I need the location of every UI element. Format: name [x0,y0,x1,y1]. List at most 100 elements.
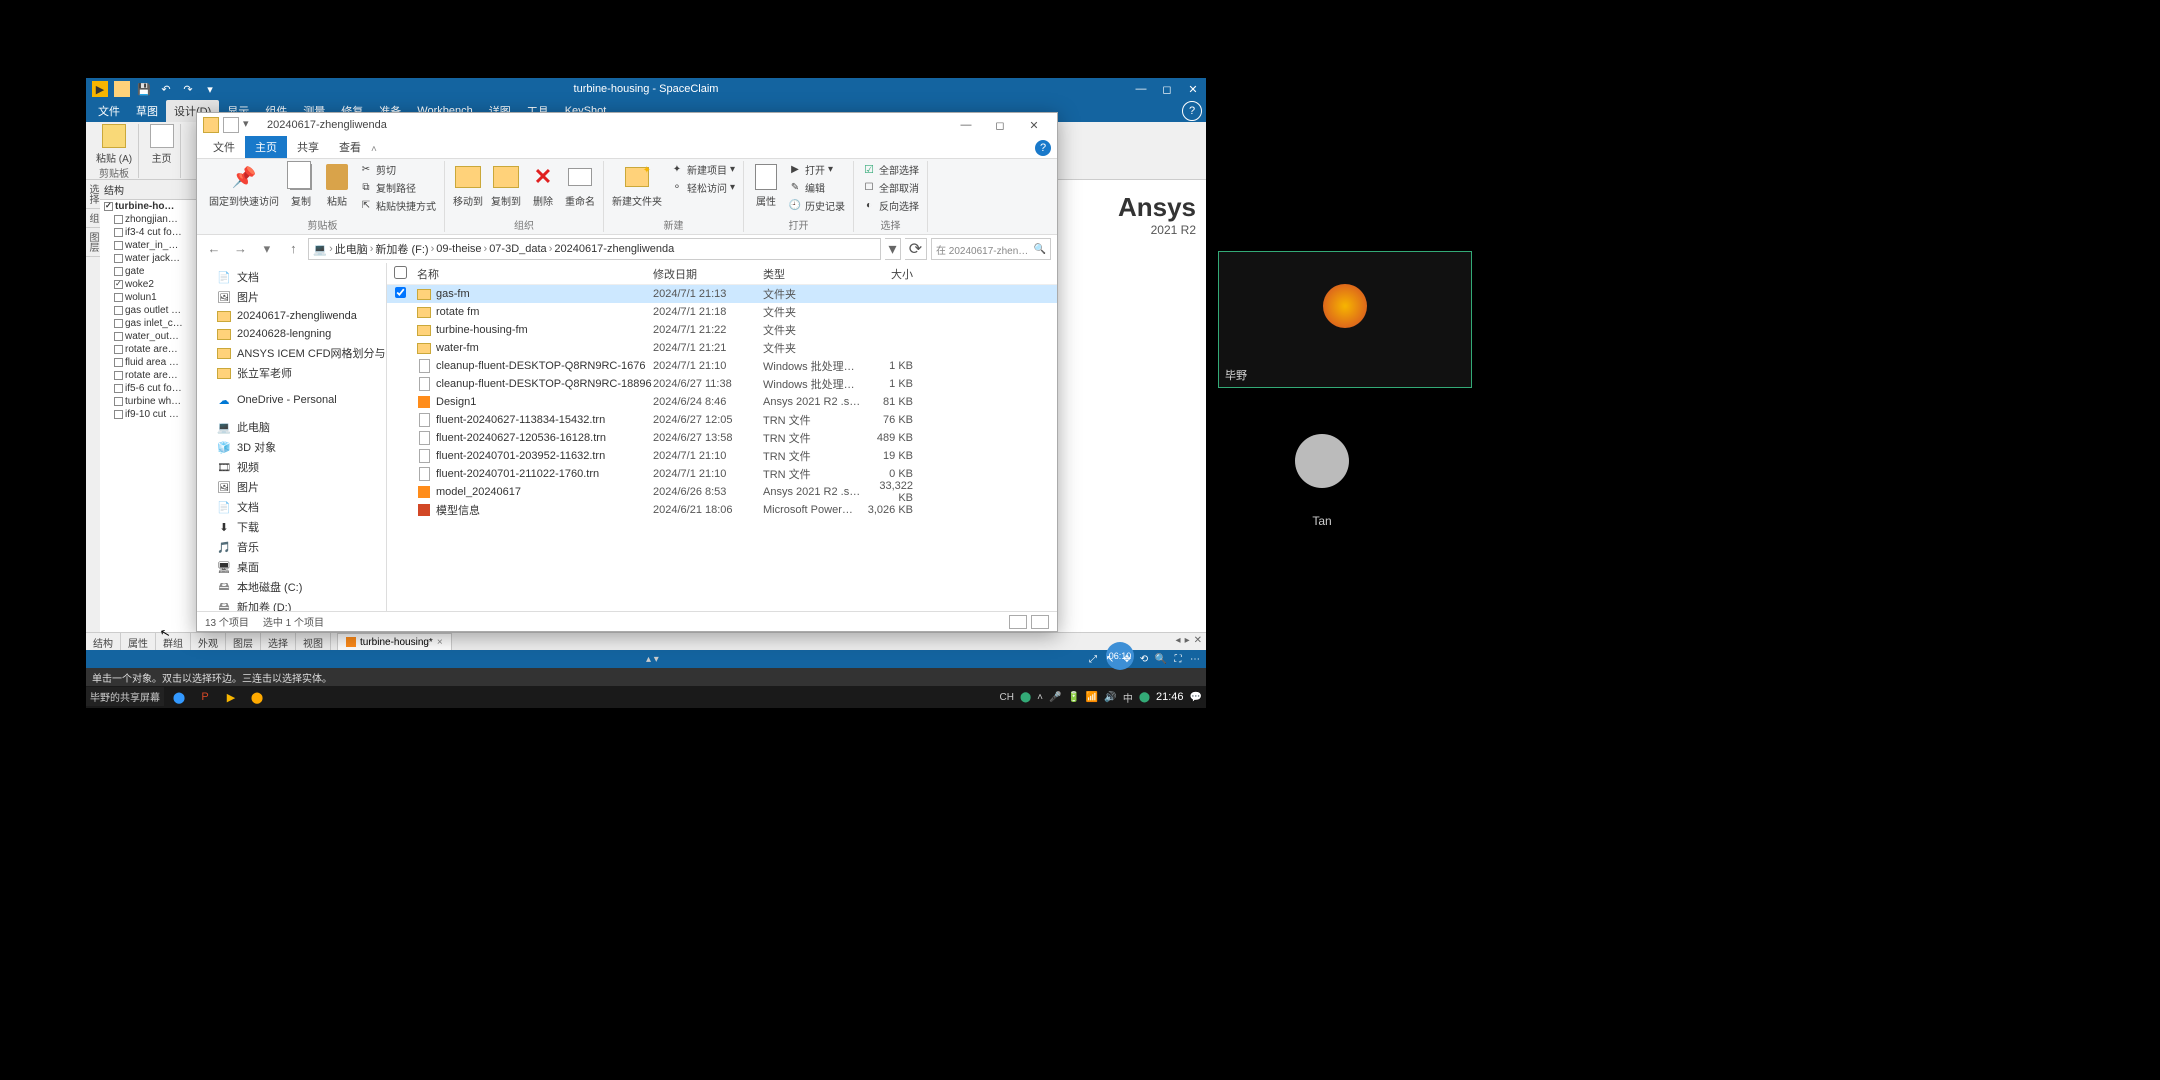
col-name[interactable]: 名称 [413,266,653,282]
select-all-checkbox[interactable] [394,266,407,279]
file-row[interactable]: rotate fm2024/7/1 21:18文件夹 [387,303,1057,321]
breadcrumb[interactable]: 💻 › 此电脑 › 新加卷 (F:) › 09-theise › 07-3D_d… [308,238,881,260]
easy-access-button[interactable]: ⚬轻松访问 ▾ [668,179,737,196]
nav-item[interactable]: 📄文档 [197,497,386,517]
file-row[interactable]: gas-fm2024/7/1 21:13文件夹 [387,285,1057,303]
tree-checkbox[interactable] [114,410,123,419]
breadcrumb-segment[interactable]: 新加卷 (F:) [375,241,428,257]
close-icon[interactable]: ✕ [1194,635,1202,648]
notification-icon[interactable]: 💬 [1190,692,1202,703]
maximize-button[interactable]: ◻ [983,113,1017,137]
new-folder-button[interactable]: 新建文件夹 [610,161,664,210]
tree-node[interactable]: turbine-ho… [100,200,205,213]
tree-node[interactable]: rotate are… [100,343,205,356]
file-row[interactable]: fluent-20240701-203952-11632.trn2024/7/1… [387,447,1057,465]
tree-checkbox[interactable] [114,267,123,276]
file-row[interactable]: Design12024/6/24 8:46Ansys 2021 R2 .s…81… [387,393,1057,411]
tree-checkbox[interactable] [114,215,123,224]
title-bar[interactable]: ▶ 💾 ↶ ↷ ▾ turbine-housing - SpaceClaim ―… [86,78,1206,100]
taskbar-clock[interactable]: 21:46 [1156,691,1184,703]
file-row[interactable]: fluent-20240627-120536-16128.trn2024/6/2… [387,429,1057,447]
back-button[interactable]: ← [203,238,225,260]
tree-node[interactable]: wolun1 [100,291,205,304]
breadcrumb-segment[interactable]: 20240617-zhengliwenda [554,243,674,255]
task-item[interactable]: ⬤ [168,688,190,706]
file-row[interactable]: cleanup-fluent-DESKTOP-Q8RN9RC-188962024… [387,375,1057,393]
nav-item[interactable]: 🖼图片 [197,477,386,497]
tree-checkbox[interactable] [114,332,123,341]
tree-checkbox[interactable] [114,345,123,354]
open-button[interactable]: ▶打开 ▾ [786,161,847,178]
participant-tile[interactable]: 毕野 [1218,251,1472,388]
close-button[interactable]: ✕ [1180,78,1206,100]
side-tab[interactable]: 选择 [86,180,100,209]
nav-item[interactable]: 📄文档 [197,267,386,287]
more-icon[interactable]: ⋯ [1188,652,1202,666]
ribbon-tab[interactable]: 查看 [329,136,371,158]
chevron-up-icon[interactable]: ˄ [1037,692,1043,703]
cut-button[interactable]: ✂剪切 [357,161,438,178]
tray-icon[interactable]: ⬤ [1020,692,1031,703]
search-input[interactable]: 在 20240617-zhen… 🔍 [931,238,1051,260]
panel-tab[interactable]: 外观 [191,633,226,650]
panel-tab[interactable]: 视图 [296,633,331,650]
tree-node[interactable]: fluid area … [100,356,205,369]
tool-icon[interactable]: ⤢ [1086,652,1100,666]
collapse-ribbon-icon[interactable]: ˄ [371,144,377,155]
explorer-title-bar[interactable]: ▾ 20240617-zhengliwenda ― ◻ ✕ [197,113,1057,137]
panel-tab[interactable]: 选择 [261,633,296,650]
tree-node[interactable]: gate [100,265,205,278]
ribbon-tab[interactable]: 文件 [203,136,245,158]
prev-icon[interactable]: ◂ [1176,635,1181,648]
ime-icon[interactable]: 中 [1123,690,1133,705]
up-button[interactable]: ↑ [282,238,304,260]
tree-node[interactable]: water_out… [100,330,205,343]
refresh-button[interactable]: ⟳ [905,238,927,260]
tree-checkbox[interactable] [114,306,123,315]
minimize-button[interactable]: ― [949,113,983,137]
paste-shortcut-button[interactable]: ⇱粘贴快捷方式 [357,197,438,214]
tree-checkbox[interactable] [114,397,123,406]
tree-checkbox[interactable] [114,358,123,367]
side-tab[interactable]: 组 [86,209,100,228]
copy-button[interactable]: 复制 [285,161,317,210]
nav-item[interactable]: 💻此电脑 [197,417,386,437]
tree-node[interactable]: zhongjian… [100,213,205,226]
recent-dropdown-icon[interactable]: ▾ [256,238,278,260]
nav-item[interactable]: 🧊3D 对象 [197,437,386,457]
tree-checkbox[interactable] [114,371,123,380]
home-button[interactable]: 主页 [150,124,174,165]
help-icon[interactable]: ? [1035,140,1051,156]
nav-item[interactable]: ANSYS ICEM CFD网格划分与技术实例… [197,343,386,363]
nav-item[interactable]: ☁OneDrive - Personal [197,391,386,409]
qat-more-icon[interactable]: ▾ [202,81,218,97]
task-item[interactable]: ▶ [220,688,242,706]
qat-more-icon[interactable]: ▾ [243,117,259,133]
forward-button[interactable]: → [229,238,251,260]
file-row[interactable]: fluent-20240701-211022-1760.trn2024/7/1 … [387,465,1057,483]
battery-icon[interactable]: 🔋 [1067,692,1079,703]
close-tab-icon[interactable]: × [437,637,443,648]
tree-node[interactable]: if5-6 cut fo… [100,382,205,395]
mic-icon[interactable]: 🎤 [1049,692,1061,703]
paste-button[interactable]: 粘贴 (A) [96,124,132,165]
file-row[interactable]: cleanup-fluent-DESKTOP-Q8RN9RC-16762024/… [387,357,1057,375]
menu-item[interactable]: 草图 [128,100,166,122]
pin-button[interactable]: 📌固定到快速访问 [207,161,281,210]
copy-path-button[interactable]: ⧉复制路径 [357,179,438,196]
save-icon[interactable]: 💾 [136,81,152,97]
help-icon[interactable]: ? [1182,101,1202,121]
tree-checkbox[interactable] [114,228,123,237]
nav-item[interactable]: 🖼图片 [197,287,386,307]
column-headers[interactable]: 名称 修改日期 类型 大小 [387,263,1057,285]
nav-item[interactable]: 20240628-lengning [197,325,386,343]
edit-button[interactable]: ✎编辑 [786,179,847,196]
nav-item[interactable]: 20240617-zhengliwenda [197,307,386,325]
icons-view-button[interactable] [1031,615,1049,629]
select-none-button[interactable]: ☐全部取消 [860,179,921,196]
select-all-button[interactable]: ☑全部选择 [860,161,921,178]
nav-item[interactable]: 🖥桌面 [197,557,386,577]
tree-checkbox[interactable] [114,384,123,393]
tray-icon[interactable]: ⬤ [1139,692,1150,703]
nav-item[interactable]: 🖴本地磁盘 (C:) [197,577,386,597]
